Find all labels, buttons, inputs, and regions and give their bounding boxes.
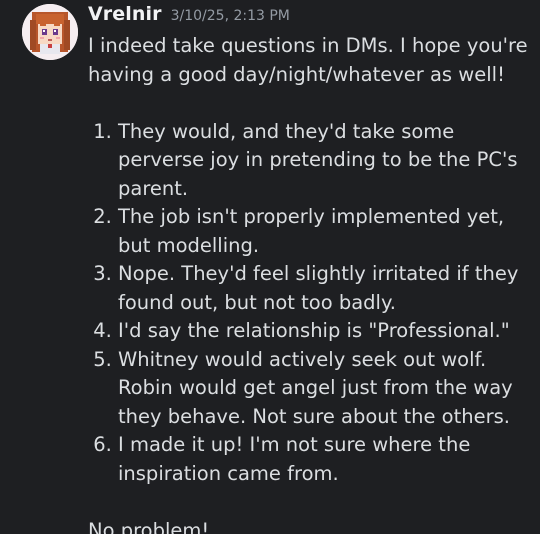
list-item: I'd say the relationship is "Professiona…	[118, 317, 528, 346]
list-item: Whitney would actively seek out wolf. Ro…	[118, 346, 528, 432]
closing-text: No problem!	[88, 518, 210, 534]
list-item: The job isn't properly implemented yet, …	[118, 203, 528, 260]
answer-list: They would, and they'd take some pervers…	[88, 118, 528, 489]
username[interactable]: Vrelnir	[88, 3, 162, 25]
list-item: They would, and they'd take some pervers…	[118, 118, 528, 204]
intro-text: I indeed take questions in DMs. I hope y…	[88, 34, 528, 86]
pixel-art-avatar-icon	[22, 4, 78, 60]
message-content: I indeed take questions in DMs. I hope y…	[88, 32, 528, 534]
list-item: Nope. They'd feel slightly irritated if …	[118, 260, 528, 317]
avatar[interactable]	[22, 4, 78, 60]
message-header: Vrelnir 3/10/25, 2:13 PM	[88, 3, 290, 25]
timestamp[interactable]: 3/10/25, 2:13 PM	[171, 8, 290, 24]
list-item: I made it up! I'm not sure where the ins…	[118, 431, 528, 488]
chat-message: Vrelnir 3/10/25, 2:13 PM I indeed take q…	[0, 0, 540, 534]
